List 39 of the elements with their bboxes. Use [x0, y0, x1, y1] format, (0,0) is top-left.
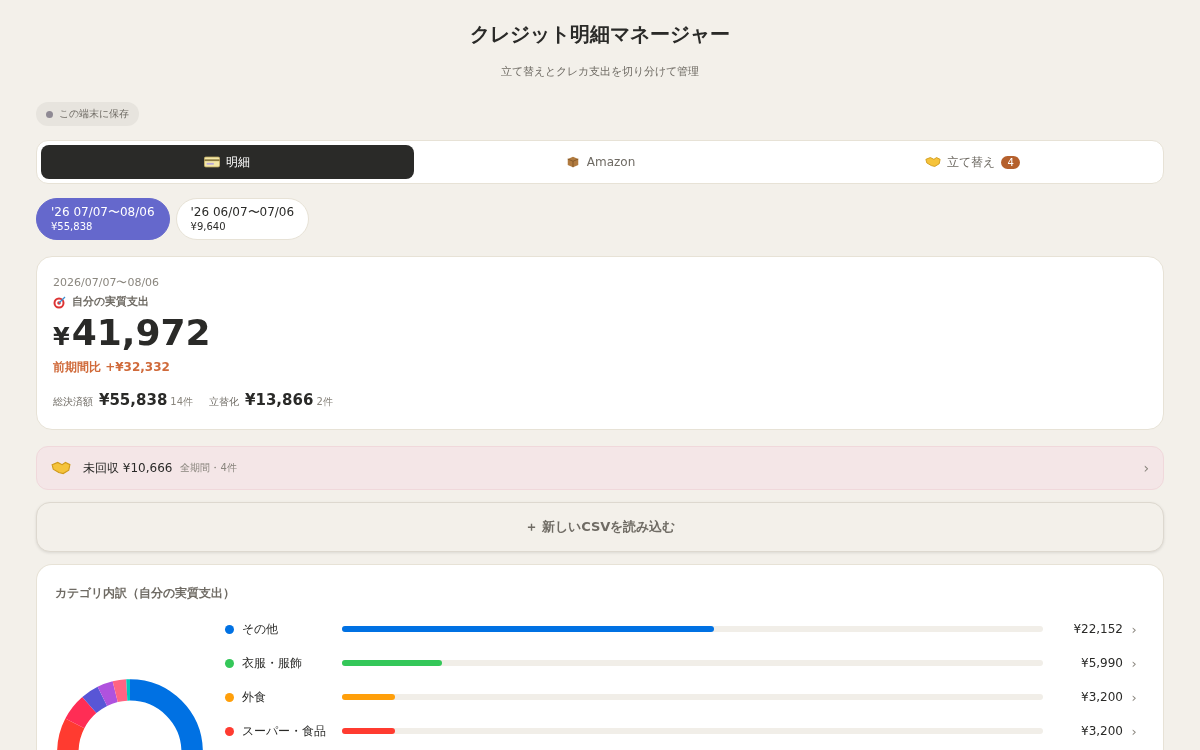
period-chip[interactable]: '26 06/07〜07/06 ¥9,640 — [175, 198, 310, 240]
uncollected-amount: 未回収 ¥10,666 — [83, 459, 173, 477]
stat-value: ¥55,838 — [99, 391, 168, 409]
storage-badge: この端末に保存 — [36, 102, 139, 126]
tab[interactable]: 明細 — [41, 145, 414, 179]
stat-count: 14件 — [170, 395, 194, 409]
stat-count: 2件 — [316, 395, 333, 409]
category-amount: ¥3,200 — [1080, 690, 1123, 704]
comparison-text: 前期間比 +¥32,332 — [53, 359, 171, 375]
card-icon — [204, 156, 221, 168]
spending-amount: ¥41,972 — [53, 311, 212, 355]
category-name: 衣服・服飾 — [242, 654, 303, 672]
stat-label: 総決済額 — [53, 395, 93, 409]
period-chip[interactable]: '26 07/07〜08/06 ¥55,838 — [36, 198, 170, 240]
category-name: スーパー・食品 — [242, 722, 327, 740]
category-amount: ¥5,990 — [1080, 656, 1123, 670]
stat-label: 立替化 — [209, 395, 240, 409]
app-title: クレジット明細マネージャー — [469, 21, 731, 48]
category-amount: ¥22,152 — [1072, 622, 1123, 636]
tab[interactable]: 立て替え 4 — [786, 145, 1159, 179]
stat-value: ¥13,866 — [245, 391, 314, 409]
category-title: カテゴリ内訳（自分の実質支出） — [55, 585, 236, 601]
chevron-icon[interactable]: › — [1123, 655, 1145, 671]
import-csv-button[interactable]: ＋ 新しいCSVを読み込む — [36, 502, 1164, 552]
chevron-icon[interactable]: › — [1123, 723, 1145, 739]
date-range: 2026/07/07〜08/06 — [53, 275, 161, 291]
spending-caption: 自分の実質支出 — [72, 294, 149, 309]
uncollected-banner[interactable]: 未回収 ¥10,666 全期間・4件 › — [36, 446, 1164, 490]
app-subtitle: 立て替えとクレカ支出を切り分けて管理 — [500, 64, 700, 80]
category-amount: ¥3,200 — [1080, 724, 1123, 738]
category-name: 外食 — [242, 688, 267, 706]
count-badge: 4 — [1001, 155, 1020, 169]
chevron-icon[interactable]: › — [1123, 621, 1145, 637]
uncollected-detail: 全期間・4件 — [180, 461, 237, 475]
target-icon — [53, 294, 67, 309]
category-name: その他 — [242, 620, 279, 638]
chevron-icon[interactable]: › — [1123, 689, 1145, 705]
chevron-icon: › — [1143, 460, 1149, 476]
tab[interactable]: Amazon — [413, 145, 787, 179]
